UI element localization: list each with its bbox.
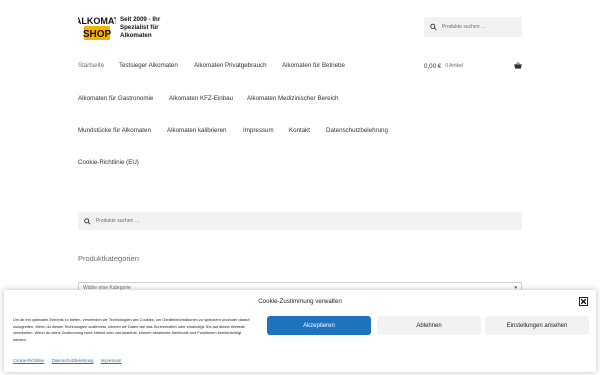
nav-item-cookie-richtlinie[interactable]: Cookie-Richtlinie (EU) [78,159,139,166]
search-icon [84,217,91,225]
product-search-input[interactable] [95,218,522,224]
cookie-banner: Cookie-Zustimmung verwalten Um dir ein o… [4,290,596,372]
basket-icon [514,62,522,69]
close-icon[interactable] [579,297,588,306]
nav-item-datenschutz[interactable]: Datenschutzbelehrung [326,127,388,134]
cookie-title: Cookie-Zustimmung verwalten [258,298,342,305]
nav-item-testsieger[interactable]: Testsieger Alkomaten [119,62,178,69]
nav-item-startseite[interactable]: Startseite [78,62,104,69]
cart-link[interactable]: 0,00 € 0 Artikel [424,61,522,71]
nav-item-gastronomie[interactable]: Alkomaten für Gastronomie [78,95,153,102]
cookie-link-impressum[interactable]: Impressum [101,358,122,363]
cookie-link-cookie-richtlinie[interactable]: Cookie-Richtlinie [13,358,44,363]
svg-text:ALKOMAT: ALKOMAT [78,16,116,26]
cookie-text: Um dir ein optimales Erlebnis zu bieten,… [13,317,250,342]
deny-button[interactable]: Ablehnen [377,316,481,335]
cookie-link-datenschutz[interactable]: Datenschutzbelehrung [52,358,94,363]
svg-text:SHOP: SHOP [83,29,112,40]
header-search[interactable] [424,17,522,37]
cookie-links: Cookie-Richtlinie Datenschutzbelehrung I… [13,358,127,363]
nav-item-kontakt[interactable]: Kontakt [289,127,310,134]
search-icon [430,23,437,31]
cart-amount: 0,00 € [424,62,442,70]
accept-button[interactable]: Akzeptieren [267,316,371,335]
site-tagline: Seit 2009 - Ihr Spezialist für Alkomaten [120,16,161,40]
preferences-button[interactable]: Einstellungen ansehen [485,316,589,335]
nav-item-kalibrieren[interactable]: Alkomaten kalibrieren [167,127,227,134]
nav-item-medizinisch[interactable]: Alkomaten Medizinischer Bereich [247,95,338,102]
site-logo[interactable]: ALKOMAT SHOP [78,14,116,44]
page: ALKOMAT SHOP Seit 2009 - Ihr Spezialist … [0,0,600,375]
cart-count: 0 Artikel [445,63,463,69]
nav-item-betriebe[interactable]: Alkomaten für Betriebe [282,62,345,69]
product-search[interactable] [78,212,522,230]
nav-item-mundstuecke[interactable]: Mundstücke für Alkomaten [78,127,151,134]
categories-heading: Produktkategorien [78,254,139,263]
nav-item-impressum[interactable]: Impressum [243,127,274,134]
nav-item-kfz-einbau[interactable]: Alkomaten KFZ-Einbau [169,95,233,102]
header-search-input[interactable] [441,24,522,30]
nav-item-privatgebrauch[interactable]: Alkomaten Privatgebrauch [194,62,267,69]
